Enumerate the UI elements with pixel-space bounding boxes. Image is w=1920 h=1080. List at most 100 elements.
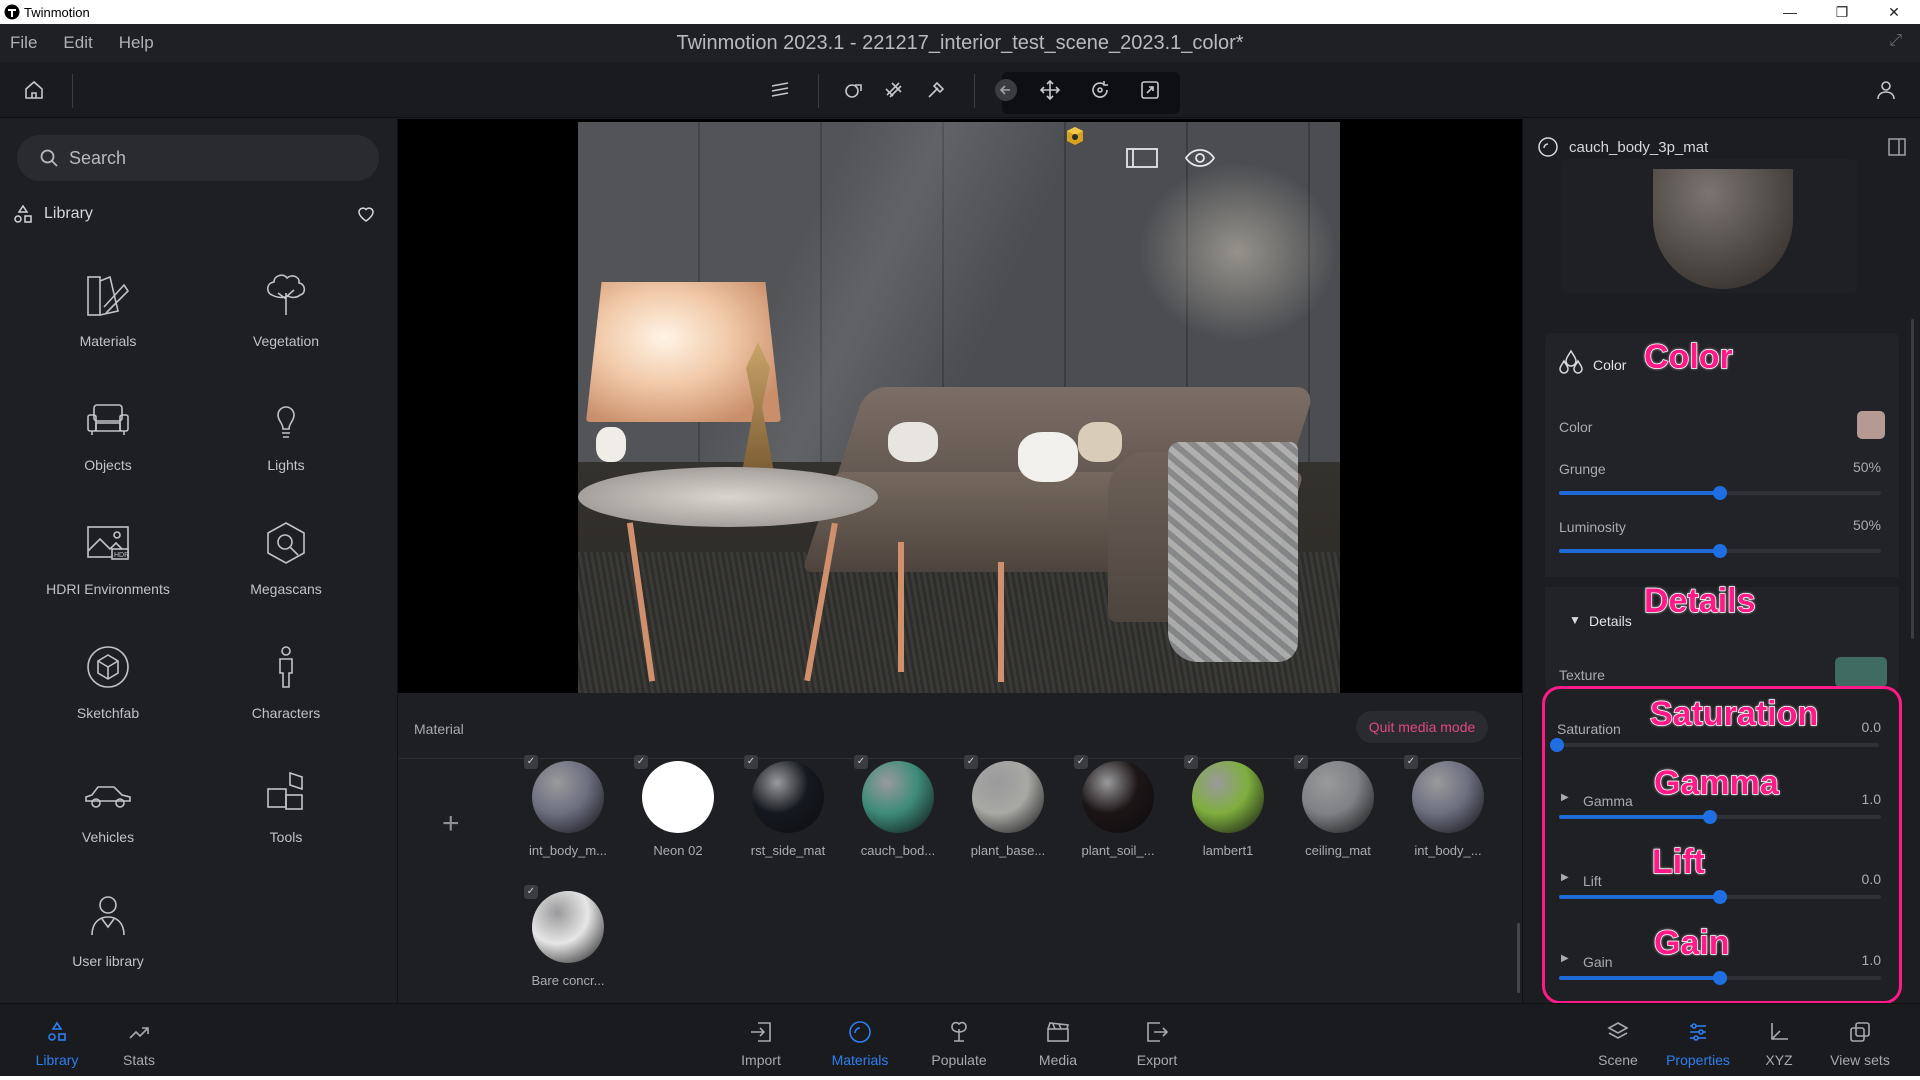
color-swatch[interactable] (1857, 411, 1885, 439)
luminosity-label: Luminosity (1559, 519, 1626, 535)
fullscreen-icon[interactable]: ⤢ (1889, 32, 1902, 50)
nav-view-sets[interactable]: View sets (1815, 1018, 1905, 1068)
move-icon[interactable] (1032, 72, 1068, 108)
nav-export[interactable]: Export (1112, 1018, 1202, 1068)
shapes-icon[interactable] (836, 72, 872, 108)
details-expand-icon[interactable]: ▼ (1569, 613, 1581, 627)
material-ball (972, 761, 1044, 833)
nav-label: Library (35, 1052, 79, 1068)
material-thumbnail[interactable]: ✓ Bare concr... (518, 885, 618, 995)
category-label: Characters (251, 705, 321, 721)
material-thumbnail[interactable]: ✓ int_body_... (1398, 755, 1498, 865)
material-name-label: lambert1 (1202, 843, 1254, 858)
callout-details: Details (1643, 581, 1756, 621)
material-thumbnail[interactable]: ✓ Neon 02 (628, 755, 728, 865)
user-account-icon[interactable] (1868, 72, 1904, 108)
rotate-icon[interactable] (1082, 72, 1118, 108)
megascans-icon (267, 522, 305, 564)
material-name: cauch_body_3p_mat (1569, 138, 1709, 156)
search-icon (40, 149, 58, 167)
material-thumbnail[interactable]: ✓ lambert1 (1178, 755, 1278, 865)
material-preview-sphere (1653, 169, 1793, 289)
nav-xyz[interactable]: XYZ (1734, 1018, 1824, 1068)
category-label: Vehicles (81, 829, 135, 845)
category-materials[interactable]: Materials (28, 259, 188, 369)
material-thumbnail[interactable]: ✓ rst_side_mat (738, 755, 838, 865)
category-user-library[interactable]: User library (28, 879, 188, 989)
luminosity-slider[interactable] (1559, 544, 1881, 558)
properties-scrollbar[interactable] (1911, 319, 1914, 639)
nav-label: Export (1136, 1052, 1178, 1068)
material-thumbnail[interactable]: ✓ plant_soil_... (1068, 755, 1168, 865)
category-label: Materials (79, 333, 137, 349)
populate-icon (951, 1021, 967, 1042)
category-hdri[interactable]: HDR HDRI Environments (28, 507, 188, 617)
grunge-slider[interactable] (1559, 486, 1881, 500)
search-field[interactable]: Search (17, 135, 379, 181)
layers-icon[interactable] (762, 72, 798, 108)
material-name-label: int_body_... (1414, 843, 1482, 858)
material-thumbnail[interactable]: ✓ cauch_bod... (848, 755, 948, 865)
nav-populate[interactable]: Populate (914, 1018, 1004, 1068)
material-ball (1082, 761, 1154, 833)
menu-bar: File Edit Help Twinmotion 2023.1 - 22121… (0, 24, 1920, 62)
restore-button[interactable]: ❐ (1816, 0, 1868, 24)
nav-import[interactable]: Import (716, 1018, 806, 1068)
material-thumbnail[interactable]: ✓ ceiling_mat (1288, 755, 1388, 865)
texture-label: Texture (1559, 667, 1605, 683)
category-objects[interactable]: Objects (28, 383, 188, 493)
panel-toggle-icon[interactable] (1122, 143, 1162, 173)
back-arrow-icon[interactable] (988, 72, 1024, 108)
material-ball (532, 761, 604, 833)
nav-stats[interactable]: Stats (94, 1018, 184, 1068)
material-ball (752, 761, 824, 833)
pattern-brush-icon[interactable] (876, 72, 912, 108)
material-ball (1412, 761, 1484, 833)
add-material-icon[interactable]: + (442, 807, 460, 841)
svg-text:HDR: HDR (114, 552, 129, 559)
callout-lift: Lift (1651, 842, 1705, 882)
3d-viewport[interactable] (398, 119, 1522, 693)
checkmark-icon: ✓ (634, 755, 648, 769)
scale-icon[interactable] (1132, 72, 1168, 108)
details-section-title: Details (1589, 613, 1632, 629)
stats-trend-icon (129, 1027, 149, 1039)
category-vehicles[interactable]: Vehicles (28, 755, 188, 865)
checkmark-icon: ✓ (1404, 755, 1418, 769)
category-sketchfab[interactable]: Sketchfab (28, 631, 188, 741)
nav-label: Import (741, 1052, 781, 1068)
nav-scene[interactable]: Scene (1573, 1018, 1663, 1068)
material-scrollbar[interactable] (1517, 923, 1520, 993)
split-view-icon[interactable] (1887, 137, 1907, 157)
visibility-eye-icon[interactable] (1180, 143, 1220, 173)
category-characters[interactable]: Characters (206, 631, 366, 741)
favorites-heart-icon[interactable] (356, 204, 376, 224)
nav-label: Properties (1666, 1052, 1730, 1068)
nav-materials[interactable]: Materials (815, 1018, 905, 1068)
viewport-render[interactable] (578, 122, 1340, 693)
nav-label: Stats (123, 1052, 155, 1068)
material-ball (1302, 761, 1374, 833)
camera-cube-icon[interactable] (1064, 125, 1086, 147)
menu-file[interactable]: File (10, 33, 37, 53)
minimize-button[interactable]: — (1764, 0, 1816, 24)
material-thumbnail[interactable]: ✓ plant_base... (958, 755, 1058, 865)
texture-swatch[interactable] (1835, 657, 1887, 687)
nav-library[interactable]: Library (12, 1018, 102, 1068)
category-lights[interactable]: Lights (206, 383, 366, 493)
category-tools[interactable]: Tools (206, 755, 366, 865)
material-preview[interactable] (1561, 159, 1857, 293)
category-megascans[interactable]: Megascans (206, 507, 366, 617)
material-thumbnail[interactable]: ✓ int_body_m... (518, 755, 618, 865)
callout-color: Color (1643, 337, 1733, 377)
nav-properties[interactable]: Properties (1653, 1018, 1743, 1068)
category-vegetation[interactable]: Vegetation (206, 259, 366, 369)
properties-sliders-icon (1690, 1023, 1706, 1041)
close-button[interactable]: ✕ (1868, 0, 1920, 24)
menu-help[interactable]: Help (119, 33, 154, 53)
menu-edit[interactable]: Edit (63, 33, 92, 53)
home-icon[interactable] (16, 72, 52, 108)
quit-media-mode-button[interactable]: Quit media mode (1356, 711, 1488, 743)
nav-media[interactable]: Media (1013, 1018, 1103, 1068)
eyedropper-icon[interactable] (918, 72, 954, 108)
